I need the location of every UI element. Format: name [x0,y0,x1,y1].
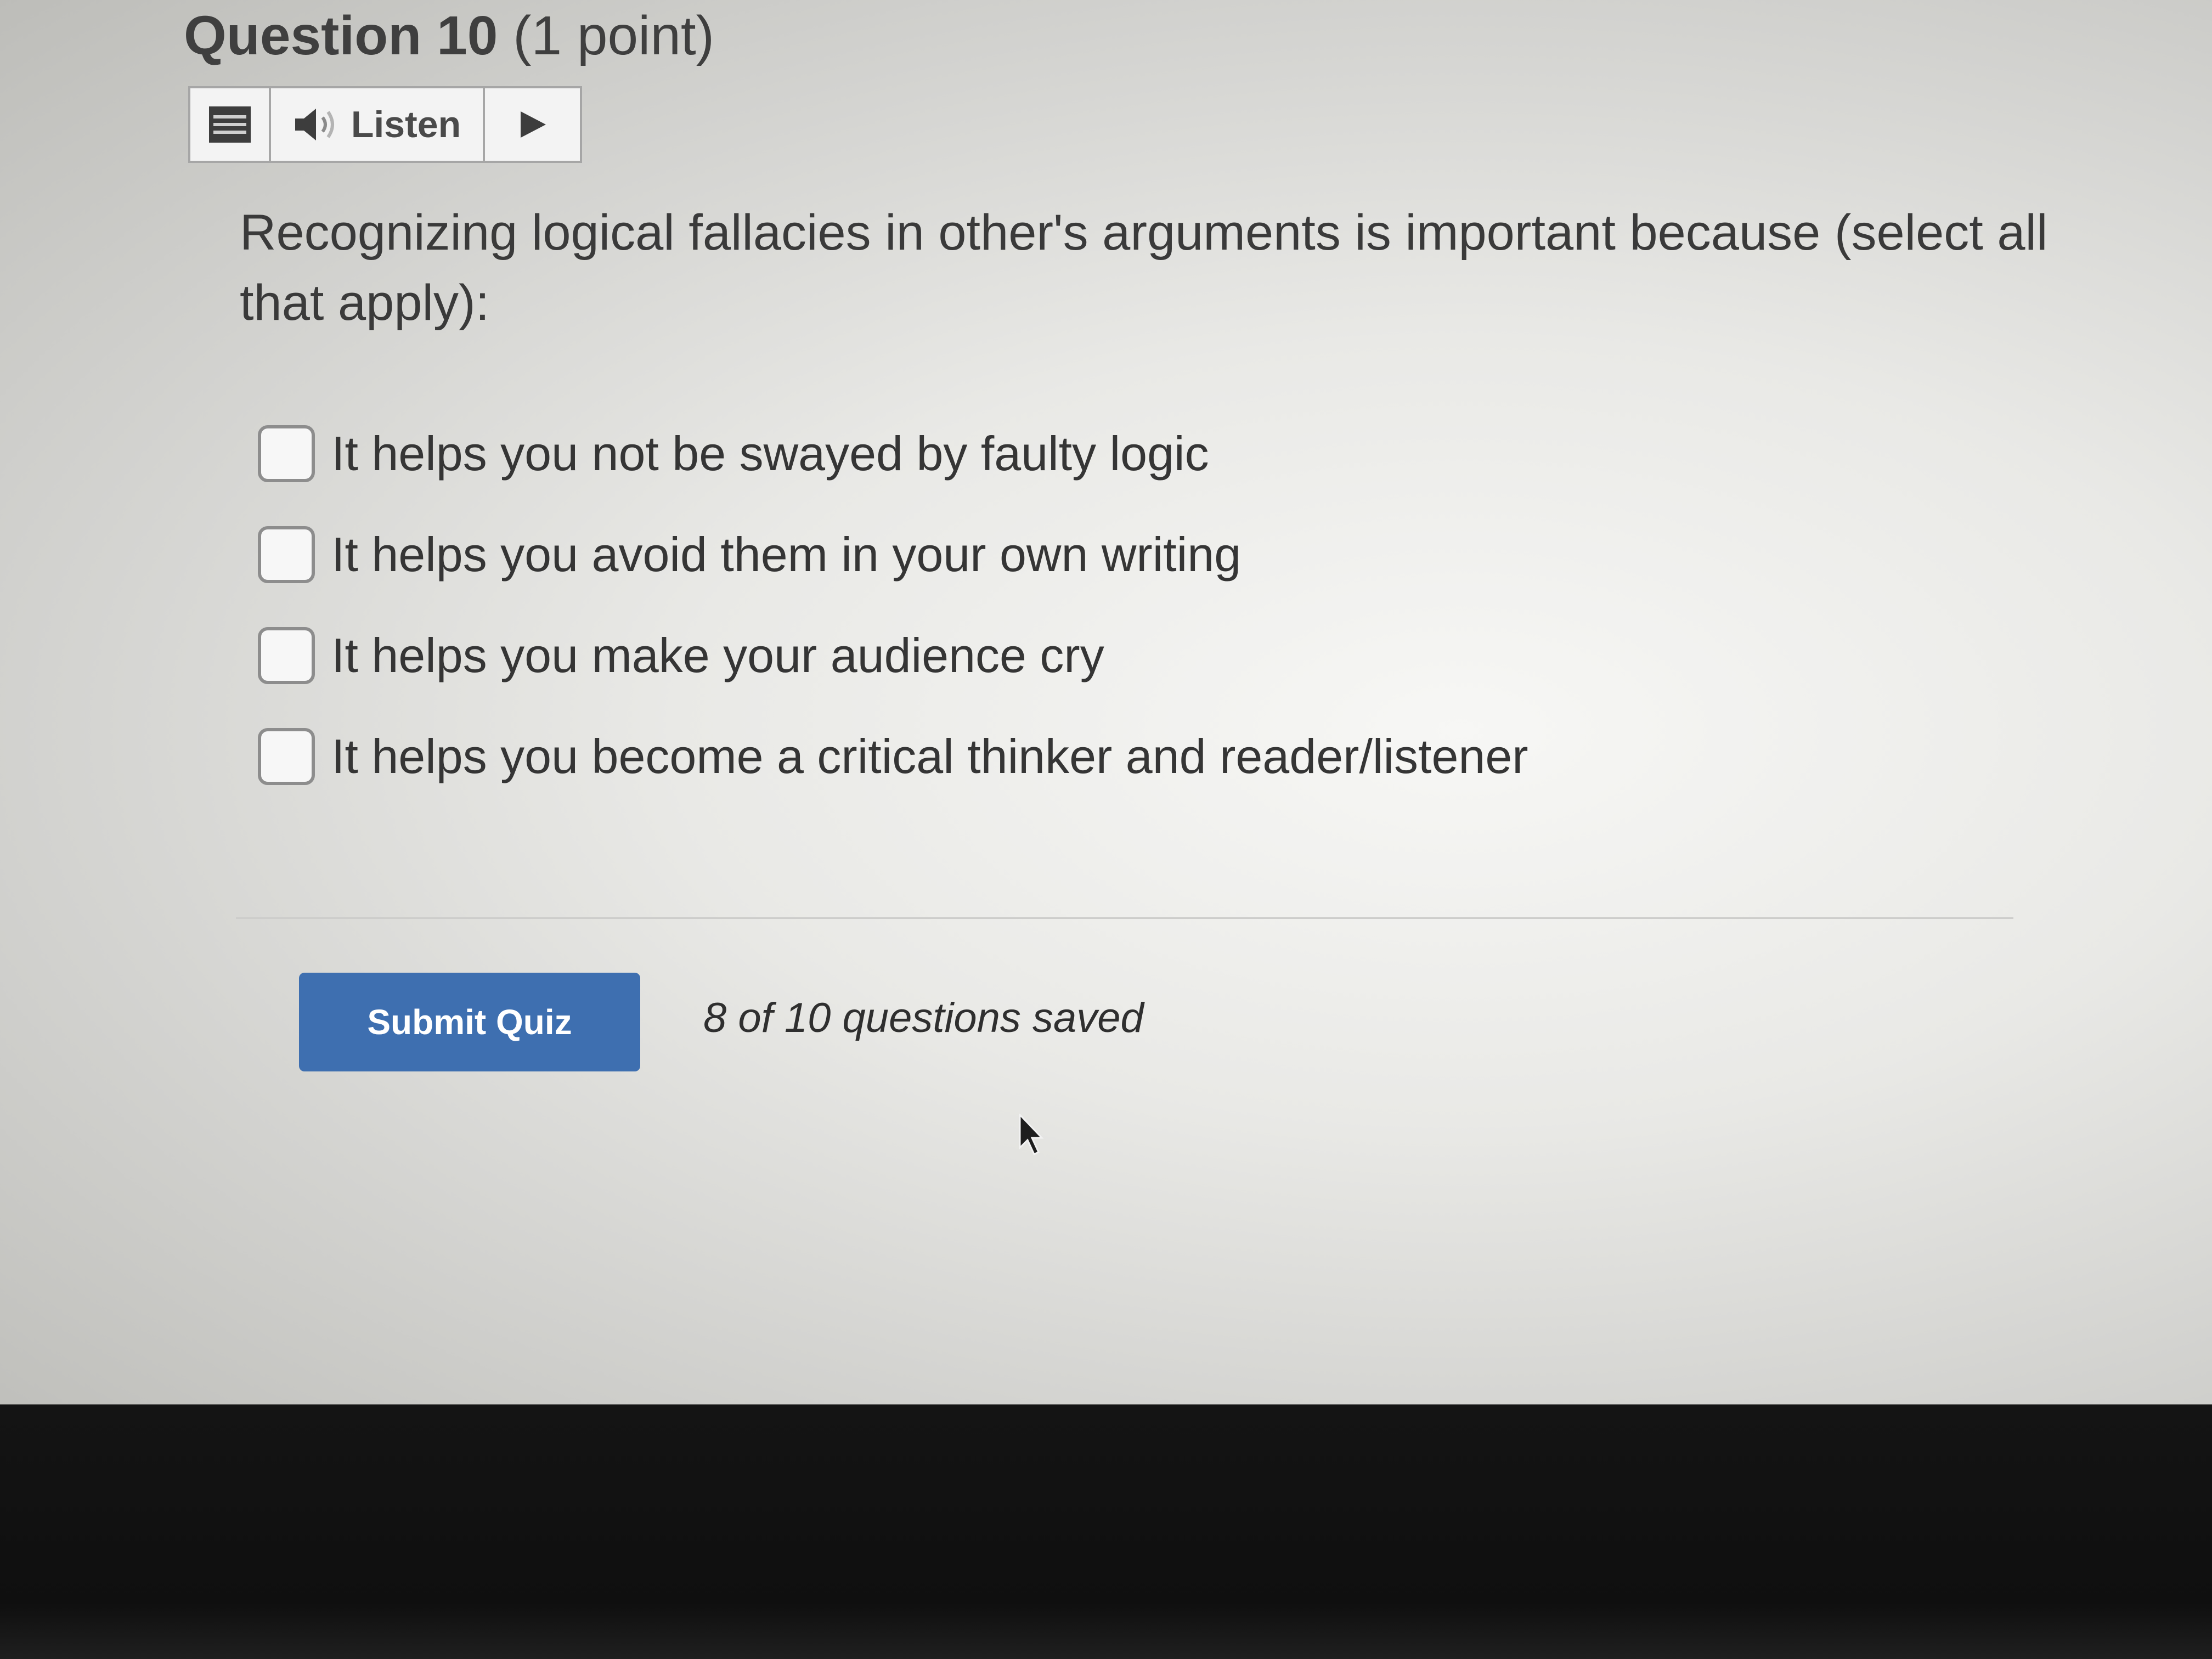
play-icon [520,111,546,138]
question-points: (1 point) [513,5,715,66]
play-button[interactable] [485,88,580,161]
answer-option[interactable]: It helps you not be swayed by faulty log… [258,403,1528,504]
answer-option[interactable]: It helps you avoid them in your own writ… [258,504,1528,605]
answer-option[interactable]: It helps you make your audience cry [258,605,1528,706]
question-number: Question 10 [184,5,498,66]
question-prompt: Recognizing logical fallacies in other's… [240,205,2048,331]
menu-icon [208,106,251,143]
mouse-cursor-icon [1019,1114,1044,1156]
answer-label[interactable]: It helps you not be swayed by faulty log… [331,426,1209,482]
listen-button[interactable]: Listen [271,88,485,161]
answer-option[interactable]: It helps you become a critical thinker a… [258,706,1528,807]
answer-label[interactable]: It helps you make your audience cry [331,628,1104,684]
answer-checkbox[interactable] [258,627,315,684]
answer-label[interactable]: It helps you become a critical thinker a… [331,729,1528,785]
answer-checkbox[interactable] [258,425,315,482]
answer-label[interactable]: It helps you avoid them in your own writ… [331,527,1241,583]
answer-options: It helps you not be swayed by faulty log… [258,403,1528,807]
question-header: Question 10 (1 point) [184,0,714,71]
saved-status-text: 8 of 10 questions saved [703,995,1144,1041]
answer-checkbox[interactable] [258,728,315,785]
speaker-icon [295,109,334,140]
listen-toolbar: Listen [188,86,582,163]
monitor-bezel [0,1404,2212,1659]
listen-label: Listen [351,104,461,145]
listen-menu-button[interactable] [190,88,271,161]
quiz-screen: Question 10 (1 point) Listen Recognizing… [0,0,2212,1404]
section-divider [236,917,2013,919]
submit-quiz-button[interactable]: Submit Quiz [299,973,640,1071]
answer-checkbox[interactable] [258,526,315,583]
